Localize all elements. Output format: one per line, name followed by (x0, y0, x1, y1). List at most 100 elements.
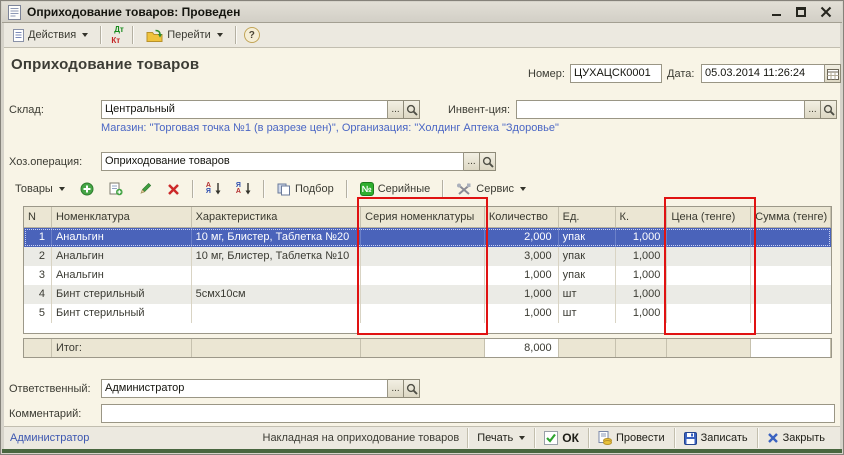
ok-button[interactable]: ОК (534, 428, 588, 448)
column-header[interactable]: Количество (485, 207, 559, 227)
inventory-label: Инвент-ция: (448, 104, 510, 116)
magnifier-button[interactable] (404, 379, 420, 398)
warehouse-note: Магазин: "Торговая точка №1 (в разрезе ц… (101, 122, 559, 134)
number-field[interactable]: ЦУХАЦСК0001 (570, 64, 662, 83)
ellipsis-button[interactable]: ... (388, 100, 404, 119)
actions-doc-icon (13, 29, 24, 42)
service-button[interactable]: Сервис (451, 181, 531, 198)
service-label: Сервис (476, 183, 514, 195)
status-bar: Администратор Накладная на оприходование… (4, 426, 840, 449)
maximize-button[interactable] (796, 7, 806, 17)
document-icon (8, 5, 21, 20)
cell-empty (559, 339, 616, 357)
pick-button[interactable]: Подбор (272, 181, 339, 198)
cell-series (361, 247, 485, 266)
cell-k: 1,000 (616, 228, 668, 247)
post-button[interactable]: Провести (588, 428, 674, 448)
tools-icon (456, 183, 472, 196)
add-row-button[interactable] (75, 180, 99, 198)
table-row[interactable]: 2 Анальгин 10 мг, Блистер, Таблетка №10 … (24, 247, 831, 266)
cell-price (667, 266, 751, 285)
cell-empty (667, 339, 751, 357)
warehouse-field[interactable]: Центральный (101, 100, 388, 119)
toolbar-separator (346, 180, 348, 198)
column-header[interactable]: Цена (тенге) (667, 207, 751, 227)
column-header[interactable]: Ед. (559, 207, 616, 227)
goto-label: Перейти (167, 29, 211, 41)
table-row[interactable]: 5 Бинт стерильный 1,000 шт 1,000 (24, 304, 831, 323)
sort-ascending-icon[interactable]: АЯ (201, 181, 226, 198)
column-header[interactable]: N (24, 207, 52, 227)
cell-sum (751, 247, 831, 266)
dt-kt-icon[interactable]: Дт Кт (109, 24, 125, 46)
toolbar-separator (100, 26, 102, 44)
column-header[interactable]: Серия номенклатуры (361, 207, 485, 227)
close-button[interactable] (820, 6, 832, 18)
help-icon[interactable]: ? (244, 27, 260, 43)
comment-field[interactable] (101, 404, 835, 423)
date-label: Дата: (667, 68, 694, 80)
serial-number-icon: № (360, 182, 374, 196)
cell-n: 1 (24, 228, 52, 247)
copy-row-button[interactable] (104, 180, 128, 198)
calendar-button[interactable] (825, 64, 841, 83)
pick-docs-icon (277, 183, 291, 196)
actions-button[interactable]: Действия (8, 27, 93, 44)
table-row[interactable]: 1 Анальгин 10 мг, Блистер, Таблетка №20 … (24, 228, 831, 247)
cell-nomenclature: Анальгин (52, 228, 192, 247)
folder-arrow-icon (146, 29, 163, 42)
magnifier-button[interactable] (404, 100, 420, 119)
post-label: Провести (616, 432, 665, 444)
cell-unit: упак (559, 266, 616, 285)
ellipsis-button[interactable]: ... (464, 152, 480, 171)
cell-characteristic: 10 мг, Блистер, Таблетка №10 (192, 247, 362, 266)
cell-n: 5 (24, 304, 52, 323)
delete-row-button[interactable] (162, 181, 185, 198)
ellipsis-button[interactable]: ... (388, 379, 404, 398)
cell-n: 4 (24, 285, 52, 304)
items-label: Товары (15, 183, 53, 195)
cell-characteristic: 5смх10см (192, 285, 362, 304)
table-row[interactable]: 3 Анальгин 1,000 упак 1,000 (24, 266, 831, 285)
goto-button[interactable]: Перейти (141, 27, 228, 44)
minimize-button[interactable] (772, 7, 782, 17)
save-button[interactable]: Записать (674, 428, 757, 448)
table-row[interactable]: 4 Бинт стерильный 5смх10см 1,000 шт 1,00… (24, 285, 831, 304)
warehouse-label: Склад: (9, 104, 44, 116)
responsible-field[interactable]: Администратор (101, 379, 388, 398)
actions-label: Действия (28, 29, 76, 41)
close-doc-button[interactable]: Закрыть (757, 428, 834, 448)
cell-characteristic: 10 мг, Блистер, Таблетка №20 (192, 228, 362, 247)
ellipsis-button[interactable]: ... (805, 100, 821, 119)
save-label: Записать (701, 432, 748, 444)
total-quantity: 8,000 (485, 339, 559, 357)
column-header[interactable]: Характеристика (192, 207, 362, 227)
cell-unit: упак (559, 247, 616, 266)
chevron-down-icon (217, 33, 223, 37)
magnifier-button[interactable] (821, 100, 837, 119)
cell-sum (751, 304, 831, 323)
date-field[interactable]: 05.03.2014 11:26:24 (701, 64, 825, 83)
column-header[interactable]: Сумма (тенге) (751, 207, 831, 227)
responsible-label: Ответственный: (9, 383, 91, 395)
items-toolbar: Товары АЯ ЯА (10, 178, 531, 200)
inventory-field[interactable] (516, 100, 805, 119)
chevron-down-icon (520, 187, 526, 191)
document-type-label: Накладная на оприходование товаров (255, 432, 468, 444)
cell-unit: упак (559, 228, 616, 247)
magnifier-button[interactable] (480, 152, 496, 171)
sort-descending-icon[interactable]: ЯА (231, 181, 256, 198)
print-button[interactable]: Печать (467, 428, 534, 448)
cell-quantity: 2,000 (485, 228, 559, 247)
post-doc-icon (598, 431, 612, 445)
current-user: Администратор (10, 432, 89, 444)
cell-empty (192, 339, 362, 357)
items-menu-button[interactable]: Товары (10, 181, 70, 197)
operation-field[interactable]: Оприходование товаров (101, 152, 464, 171)
edit-row-button[interactable] (133, 180, 157, 198)
serial-label: Серийные (378, 183, 431, 195)
serial-button[interactable]: № Серийные (355, 180, 436, 198)
column-header[interactable]: Номенклатура (52, 207, 192, 227)
column-header[interactable]: К. (616, 207, 668, 227)
cell-k: 1,000 (616, 247, 668, 266)
